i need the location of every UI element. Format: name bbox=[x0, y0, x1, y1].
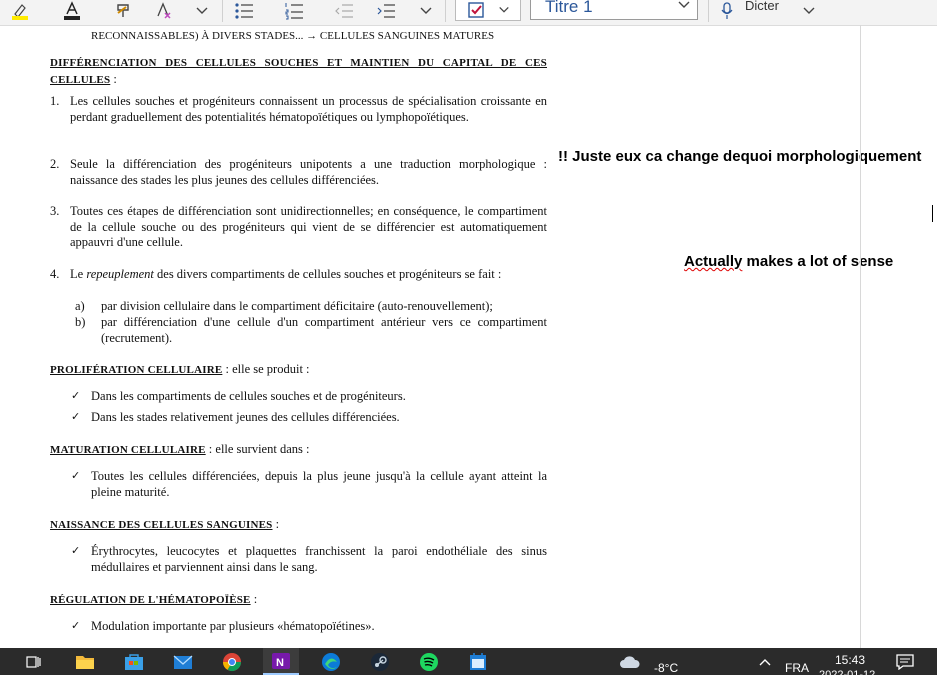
note-text-2[interactable]: Actually makes a lot of sense bbox=[684, 253, 893, 270]
spotify-icon[interactable] bbox=[413, 648, 445, 675]
list-item: Érythrocytes, leucocytes et plaquettes f… bbox=[91, 544, 547, 574]
font-color-icon[interactable] bbox=[58, 0, 86, 22]
subitem-text: par division cellulaire dans le comparti… bbox=[101, 299, 493, 313]
edge-icon[interactable] bbox=[315, 648, 347, 675]
diff-heading-suffix: : bbox=[110, 71, 117, 86]
matur-heading-suffix: : elle survient dans : bbox=[205, 442, 310, 456]
list-item: Modulation importante par plusieurs «hém… bbox=[91, 619, 375, 633]
item-number: 2. bbox=[50, 157, 60, 171]
weather-icon[interactable] bbox=[614, 648, 646, 675]
item-text: Le repeuplement des divers compartiments… bbox=[70, 267, 547, 283]
diff-heading: DIFFÉRENCIATION DES CELLULES SOUCHES ET … bbox=[50, 55, 547, 88]
task-view-icon[interactable] bbox=[18, 648, 50, 675]
chevron-down-icon bbox=[678, 1, 690, 8]
clock-date[interactable]: 2022-01-12 bbox=[819, 669, 875, 681]
microphone-icon[interactable] bbox=[716, 0, 738, 22]
regul-heading-suffix: : bbox=[250, 592, 258, 606]
bullet-list-icon[interactable] bbox=[230, 0, 258, 22]
naiss-heading-suffix: : bbox=[272, 517, 280, 531]
weather-temp[interactable]: -8°C bbox=[654, 661, 678, 675]
prolif-heading-suffix: : elle se produit : bbox=[222, 362, 310, 376]
chrome-icon[interactable] bbox=[216, 648, 248, 675]
subitem-text: par différenciation d'une cellule d'un c… bbox=[101, 315, 547, 345]
chevron-down-icon[interactable] bbox=[798, 0, 820, 22]
chevron-down-icon[interactable] bbox=[414, 0, 438, 22]
mail-icon[interactable] bbox=[167, 648, 199, 675]
check-icon: ✓ bbox=[71, 389, 81, 402]
language-indicator[interactable]: FRA bbox=[785, 661, 809, 675]
item-text-part: des divers compartiments de cellules sou… bbox=[153, 267, 502, 281]
svg-text:N: N bbox=[276, 657, 284, 669]
chevron-down-icon[interactable] bbox=[190, 0, 214, 22]
list-item: Dans les compartiments de cellules souch… bbox=[91, 389, 406, 403]
indent-icon[interactable] bbox=[372, 0, 400, 22]
style-dropdown[interactable]: Titre 1 bbox=[530, 0, 698, 20]
taskbar: N -8°C FRA 15:43 2022-01-12 bbox=[0, 648, 937, 681]
chevron-down-icon bbox=[499, 7, 509, 13]
page-boundary bbox=[860, 25, 861, 648]
file-explorer-icon[interactable] bbox=[69, 648, 101, 675]
note-text-1[interactable]: !! Juste eux ca change dequoi morphologi… bbox=[558, 148, 921, 165]
onenote-icon[interactable]: N bbox=[263, 648, 299, 675]
misspelled-word[interactable]: Actually bbox=[684, 253, 742, 270]
steam-icon[interactable] bbox=[364, 648, 396, 675]
list-item: Dans les stades relativement jeunes des … bbox=[91, 410, 400, 424]
item-text: Toutes ces étapes de différenciation son… bbox=[70, 204, 547, 250]
check-icon: ✓ bbox=[71, 410, 81, 423]
naiss-heading-text: NAISSANCE DES CELLULES SANGUINES bbox=[50, 519, 273, 531]
note-text-rest: makes a lot of sense bbox=[742, 253, 894, 270]
item-text-italic: repeuplement bbox=[86, 267, 154, 281]
item-number: 3. bbox=[50, 204, 60, 218]
style-value: Titre 1 bbox=[545, 0, 593, 16]
clear-format-icon[interactable] bbox=[150, 0, 178, 22]
item-text: Les cellules souches et progéniteurs con… bbox=[70, 94, 547, 124]
store-icon[interactable] bbox=[118, 648, 150, 675]
prolif-heading-text: PROLIFÉRATION CELLULAIRE bbox=[50, 364, 223, 376]
dictate-label[interactable]: Dicter bbox=[745, 0, 779, 13]
diff-heading-text: DIFFÉRENCIATION DES CELLULES SOUCHES ET … bbox=[50, 57, 547, 86]
ribbon-toolbar: Titre 1 Dicter bbox=[0, 0, 937, 26]
note-page[interactable]: RECONNAISSABLES) À DIVERS STADES... → CE… bbox=[0, 25, 937, 648]
list-item: Toutes les cellules différenciées, depui… bbox=[91, 469, 547, 499]
matur-heading-text: MATURATION CELLULAIRE bbox=[50, 444, 206, 456]
numbered-list-icon[interactable] bbox=[280, 0, 308, 22]
item-text-part: Le bbox=[70, 267, 87, 281]
subitem-label: a) bbox=[75, 299, 85, 313]
check-icon: ✓ bbox=[71, 619, 81, 632]
clock-time[interactable]: 15:43 bbox=[835, 653, 865, 667]
format-painter-icon[interactable] bbox=[110, 0, 138, 22]
todo-tag-icon bbox=[468, 2, 484, 18]
text-cursor bbox=[932, 205, 933, 222]
item-number: 4. bbox=[50, 267, 60, 281]
calendar-icon[interactable] bbox=[462, 648, 494, 675]
notifications-icon[interactable] bbox=[890, 648, 920, 675]
outdent-icon[interactable] bbox=[330, 0, 358, 22]
naiss-heading: NAISSANCE DES CELLULES SANGUINES : bbox=[50, 517, 547, 534]
top-fragment: RECONNAISSABLES) À DIVERS STADES... → CE… bbox=[91, 30, 495, 42]
highlighter-icon[interactable] bbox=[6, 0, 34, 22]
regul-heading-text: RÉGULATION DE L'HÉMATOPOÏÈSE bbox=[50, 594, 251, 606]
check-icon: ✓ bbox=[71, 544, 81, 557]
check-icon: ✓ bbox=[71, 469, 81, 482]
chevron-up-icon[interactable] bbox=[752, 648, 778, 675]
prolif-heading: PROLIFÉRATION CELLULAIRE : elle se produ… bbox=[50, 362, 547, 379]
todo-tag-button[interactable] bbox=[455, 0, 521, 21]
item-text: Seule la différenciation des progéniteur… bbox=[70, 157, 547, 187]
item-number: 1. bbox=[50, 94, 60, 108]
matur-heading: MATURATION CELLULAIRE : elle survient da… bbox=[50, 442, 547, 459]
subitem-label: b) bbox=[75, 315, 86, 329]
regul-heading: RÉGULATION DE L'HÉMATOPOÏÈSE : bbox=[50, 592, 547, 609]
